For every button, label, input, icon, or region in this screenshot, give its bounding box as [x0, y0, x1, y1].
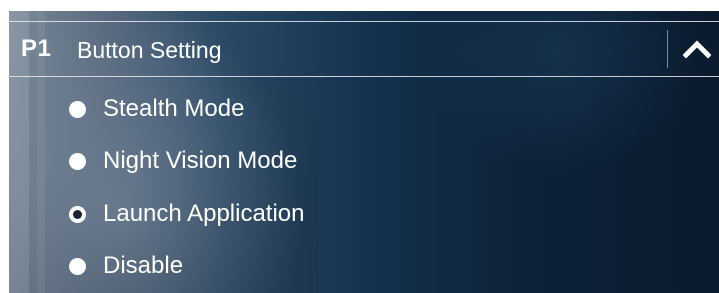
- option-label: Night Vision Mode: [103, 147, 298, 174]
- panel-title: Button Setting: [77, 37, 222, 63]
- player-badge: P1: [21, 35, 52, 62]
- radio-button-selected[interactable]: [69, 205, 86, 223]
- option-launch-application[interactable]: Launch Application: [69, 194, 305, 234]
- radio-button[interactable]: [69, 257, 86, 275]
- option-night-vision-mode[interactable]: Night Vision Mode: [69, 141, 297, 181]
- option-label: Launch Application: [103, 200, 305, 227]
- option-label: Stealth Mode: [103, 95, 245, 122]
- panel-header[interactable]: P1 Button Setting: [9, 22, 719, 77]
- header-separator: [667, 30, 668, 68]
- button-setting-panel: P1 Button Setting Stealth Mode Night Vis…: [9, 11, 719, 293]
- radio-button[interactable]: [69, 152, 86, 170]
- collapse-button[interactable]: [675, 30, 719, 68]
- option-disable[interactable]: Disable: [69, 246, 183, 286]
- option-label: Disable: [103, 252, 184, 279]
- header-divider: [9, 76, 719, 77]
- option-stealth-mode[interactable]: Stealth Mode: [69, 89, 244, 129]
- radio-button[interactable]: [69, 100, 86, 118]
- chevron-up-icon: [683, 40, 711, 59]
